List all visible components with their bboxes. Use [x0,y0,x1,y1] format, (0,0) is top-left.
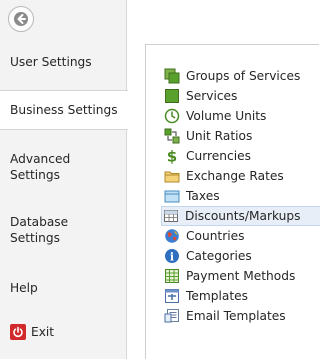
list-item-unit-ratios[interactable]: Unit Ratios [162,126,320,146]
nav-label: Help [10,281,38,295]
list-item-label: Discounts/Markups [185,209,301,223]
business-settings-panel: Groups of Services Services Volume Units… [145,44,320,359]
nav-label: User Settings [10,55,92,69]
svg-text:$: $ [167,148,177,164]
list-item-categories[interactable]: i Categories [162,246,320,266]
list-item-label: Email Templates [186,309,286,323]
currencies-icon: $ [164,148,180,164]
nav-help[interactable]: Help [0,278,127,298]
backstage-nav: User Settings Business Settings Advanced… [0,0,128,359]
back-button[interactable] [8,6,34,32]
list-item-label: Services [186,89,238,103]
nav-label: Advanced Settings [10,152,71,182]
list-item-services[interactable]: Services [162,86,320,106]
nav-database-settings[interactable]: Database Settings [0,213,90,247]
list-item-label: Currencies [186,149,251,163]
list-item-groups-of-services[interactable]: Groups of Services [162,66,320,86]
list-item-currencies[interactable]: $ Currencies [162,146,320,166]
list-item-exchange-rates[interactable]: Exchange Rates [162,166,320,186]
email-templates-icon [164,308,180,324]
business-settings-list: Groups of Services Services Volume Units… [161,66,320,326]
nav-business-settings[interactable]: Business Settings [0,90,128,130]
list-item-label: Countries [186,229,245,243]
services-icon [164,88,180,104]
list-item-label: Payment Methods [186,269,296,283]
nav-label: Business Settings [10,103,118,117]
power-icon [10,324,26,340]
list-item-templates[interactable]: Templates [162,286,320,306]
list-item-email-templates[interactable]: Email Templates [162,306,320,326]
volume-units-icon [164,108,180,124]
nav-label: Database Settings [10,215,69,245]
list-item-label: Unit Ratios [186,129,253,143]
list-item-countries[interactable]: Countries [162,226,320,246]
list-item-discounts-markups[interactable]: Discounts/Markups [161,206,320,226]
nav-exit[interactable]: Exit [0,322,127,342]
categories-icon: i [164,248,180,264]
list-item-label: Categories [186,249,252,263]
list-item-label: Exchange Rates [186,169,284,183]
list-item-label: Groups of Services [186,69,301,83]
countries-icon [164,228,180,244]
exchange-rates-icon [164,168,180,184]
svg-text:i: i [170,250,174,263]
back-arrow-icon [14,12,28,26]
groups-of-services-icon [164,68,180,84]
templates-icon [164,288,180,304]
unit-ratios-icon [164,128,180,144]
nav-user-settings[interactable]: User Settings [0,52,127,72]
taxes-icon [164,188,180,204]
payment-methods-icon [164,268,180,284]
nav-label: Exit [31,325,55,339]
list-item-payment-methods[interactable]: Payment Methods [162,266,320,286]
list-item-label: Templates [186,289,248,303]
list-item-label: Volume Units [186,109,267,123]
list-item-label: Taxes [186,189,220,203]
nav-advanced-settings[interactable]: Advanced Settings [0,150,90,184]
discounts-markups-icon [163,208,179,224]
list-item-volume-units[interactable]: Volume Units [162,106,320,126]
list-item-taxes[interactable]: Taxes [162,186,320,206]
